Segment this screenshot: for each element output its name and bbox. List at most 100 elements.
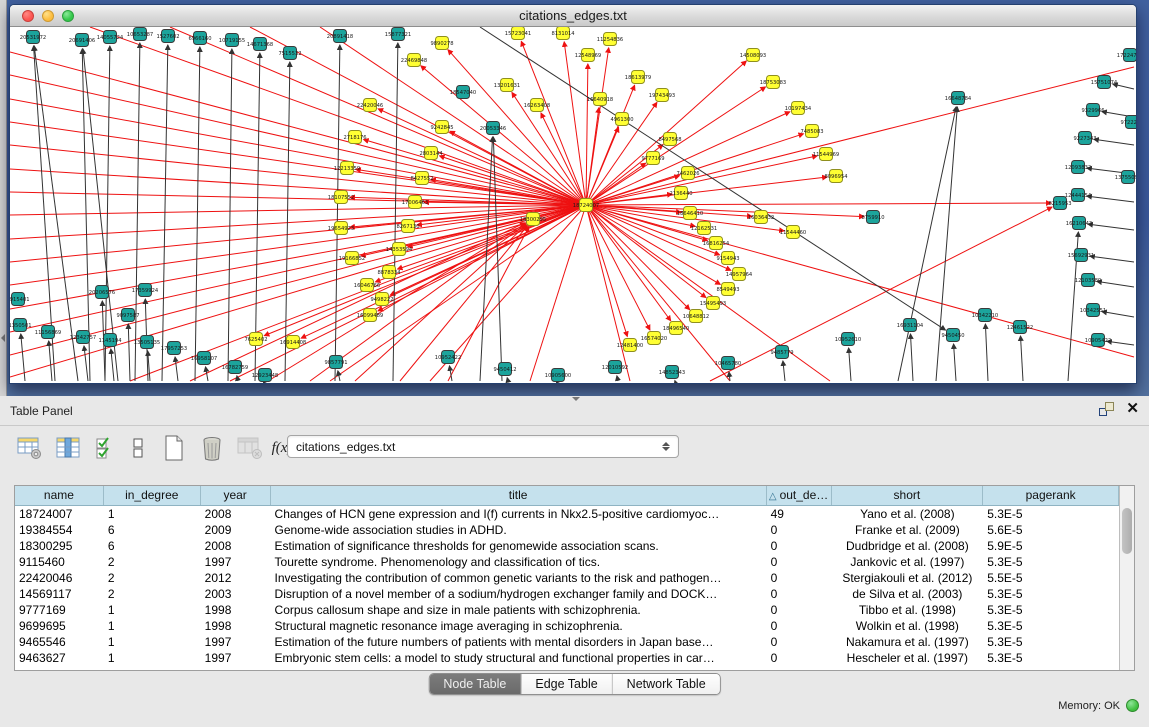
table-cell[interactable]: Tibbo et al. (1998)	[832, 602, 984, 618]
graph-node[interactable]: 15495493	[700, 297, 726, 310]
table-cell[interactable]: de Silva et al. (2003)	[832, 586, 984, 602]
table-cell[interactable]: Estimation of significance thresholds fo…	[271, 538, 767, 554]
table-cell[interactable]: Disruption of a novel member of a sodium…	[271, 586, 767, 602]
table-row[interactable]: 1830029562008Estimation of significance …	[15, 538, 1119, 554]
graph-node[interactable]: 12010592	[602, 361, 628, 374]
left-splitter[interactable]	[0, 0, 7, 396]
table-cell[interactable]: 6	[104, 522, 201, 538]
graph-node[interactable]: 2803144	[419, 147, 443, 160]
table-cell[interactable]: 1997	[201, 634, 271, 650]
graph-node[interactable]: 7515532	[278, 47, 301, 60]
graph-node[interactable]: 8497568	[658, 133, 681, 146]
network-canvas[interactable]: 1872400718300295224200462718176122133591…	[10, 27, 1136, 383]
table-cell[interactable]: 1	[104, 602, 201, 618]
graph-node[interactable]: 11156869	[35, 326, 61, 339]
graph-node[interactable]: 9450412	[493, 363, 516, 376]
table-cell[interactable]: 2003	[201, 586, 271, 602]
scrollbar-thumb[interactable]	[1122, 508, 1132, 554]
table-cell[interactable]: 1997	[201, 650, 271, 666]
table-cell[interactable]: Stergiakouli et al. (2012)	[832, 570, 984, 586]
graph-node[interactable]: 19654923	[328, 222, 354, 235]
table-cell[interactable]: 2008	[201, 538, 271, 554]
graph-node[interactable]: 12342757	[70, 331, 96, 344]
graph-node[interactable]: 14852343	[659, 366, 685, 379]
table-scrollbar[interactable]	[1119, 486, 1134, 670]
table-cell[interactable]: 0	[767, 570, 832, 586]
graph-node[interactable]: 20891418	[327, 30, 353, 43]
table-cell[interactable]: Franke et al. (2009)	[832, 522, 984, 538]
table-cell[interactable]: 2	[104, 586, 201, 602]
tab-network-table[interactable]: Network Table	[613, 674, 720, 694]
graph-node[interactable]: 16574020	[641, 332, 667, 345]
graph-node[interactable]: 11254836	[597, 33, 623, 46]
table-cell[interactable]: 9465546	[15, 634, 104, 650]
table-cell[interactable]: 14569117	[15, 586, 104, 602]
table-cell[interactable]: 5.5E-5	[983, 570, 1119, 586]
collapse-left-icon[interactable]	[1, 334, 5, 342]
graph-node[interactable]: 20053346	[480, 122, 506, 135]
table-cell[interactable]: 5.9E-5	[983, 538, 1119, 554]
window-titlebar[interactable]: citations_edges.txt	[10, 5, 1136, 27]
delete-column-button[interactable]	[196, 432, 228, 464]
column-header-title[interactable]: title	[271, 486, 767, 505]
graph-node[interactable]: 9227343	[1073, 132, 1096, 145]
table-cell[interactable]: 19384554	[15, 522, 104, 538]
table-cell[interactable]: Yano et al. (2008)	[832, 506, 984, 522]
select-column-button[interactable]	[52, 432, 84, 464]
table-cell[interactable]: Tourette syndrome. Phenomenology and cla…	[271, 554, 767, 570]
graph-node[interactable]: 14508093	[740, 49, 766, 62]
graph-node[interactable]: 7485083	[800, 125, 823, 138]
column-header-short[interactable]: short	[832, 486, 984, 505]
table-cell[interactable]: 18300295	[15, 538, 104, 554]
column-header-year[interactable]: year	[201, 486, 271, 505]
table-row[interactable]: 911546021997Tourette syndrome. Phenomeno…	[15, 554, 1119, 570]
table-cell[interactable]: 6	[104, 538, 201, 554]
table-cell[interactable]: 2	[104, 554, 201, 570]
table-cell[interactable]: Dudbridge et al. (2008)	[832, 538, 984, 554]
graph-node[interactable]: 15723041	[505, 27, 531, 40]
graph-node[interactable]: 15877321	[385, 28, 411, 41]
graph-node[interactable]: 12548969	[575, 49, 601, 62]
table-row[interactable]: 2242004622012Investigating the contribut…	[15, 570, 1119, 586]
graph-node[interactable]: 16263408	[524, 99, 550, 112]
table-cell[interactable]: Investigating the contribution of common…	[271, 570, 767, 586]
graph-node[interactable]: 10648812	[683, 310, 709, 323]
graph-node[interactable]: 9329966	[1081, 104, 1104, 117]
table-row[interactable]: 1872400712008Changes of HCN gene express…	[15, 506, 1119, 522]
graph-node[interactable]: 1527602	[156, 30, 179, 43]
graph-node[interactable]: 9890278	[430, 37, 453, 50]
table-cell[interactable]: 1998	[201, 618, 271, 634]
table-row[interactable]: 977716911998Corpus callosum shape and si…	[15, 602, 1119, 618]
graph-node[interactable]: 10342210	[972, 309, 998, 322]
graph-node[interactable]: 10952422	[435, 351, 461, 364]
float-panel-icon[interactable]	[1099, 402, 1114, 416]
table-cell[interactable]: 0	[767, 554, 832, 570]
new-table-button[interactable]	[158, 432, 190, 464]
table-row[interactable]: 1456911722003Disruption of a novel membe…	[15, 586, 1119, 602]
graph-node[interactable]: 9450450	[941, 329, 964, 342]
tab-node-table[interactable]: Node Table	[429, 674, 521, 694]
graph-node[interactable]: 12093832	[1065, 161, 1091, 174]
graph-node[interactable]: 9777169	[641, 152, 664, 165]
graph-node[interactable]: 10653287	[127, 28, 153, 41]
network-view-window[interactable]: citations_edges.txt 18724007183002952242…	[9, 4, 1137, 384]
table-cell[interactable]: 5.3E-5	[983, 602, 1119, 618]
table-cell[interactable]: 1	[104, 618, 201, 634]
table-row[interactable]: 1938455462009Genome-wide association stu…	[15, 522, 1119, 538]
column-header-out_de[interactable]: △out_de…	[767, 486, 832, 505]
table-cell[interactable]: Genome-wide association studies in ADHD.	[271, 522, 767, 538]
graph-node[interactable]: 1350501	[10, 319, 32, 332]
table-row[interactable]: 969969511998Structural magnetic resonanc…	[15, 618, 1119, 634]
graph-node[interactable]: 6966160	[188, 32, 211, 45]
table-cell[interactable]: 2008	[201, 506, 271, 522]
graph-node[interactable]: 15751074	[1091, 76, 1118, 89]
graph-node[interactable]: 16210643	[1066, 217, 1092, 230]
column-header-in_degree[interactable]: in_degree	[104, 486, 201, 505]
graph-node[interactable]: 14055724	[97, 31, 124, 44]
table-cell[interactable]: Jankovic et al. (1997)	[832, 554, 984, 570]
graph-node[interactable]: 20691406	[69, 34, 95, 47]
graph-node[interactable]: 9485779	[770, 346, 793, 359]
graph-node[interactable]: 12162531	[691, 222, 717, 235]
graph-node[interactable]: 9154943	[716, 252, 739, 265]
graph-node[interactable]: 18107552	[328, 191, 354, 204]
